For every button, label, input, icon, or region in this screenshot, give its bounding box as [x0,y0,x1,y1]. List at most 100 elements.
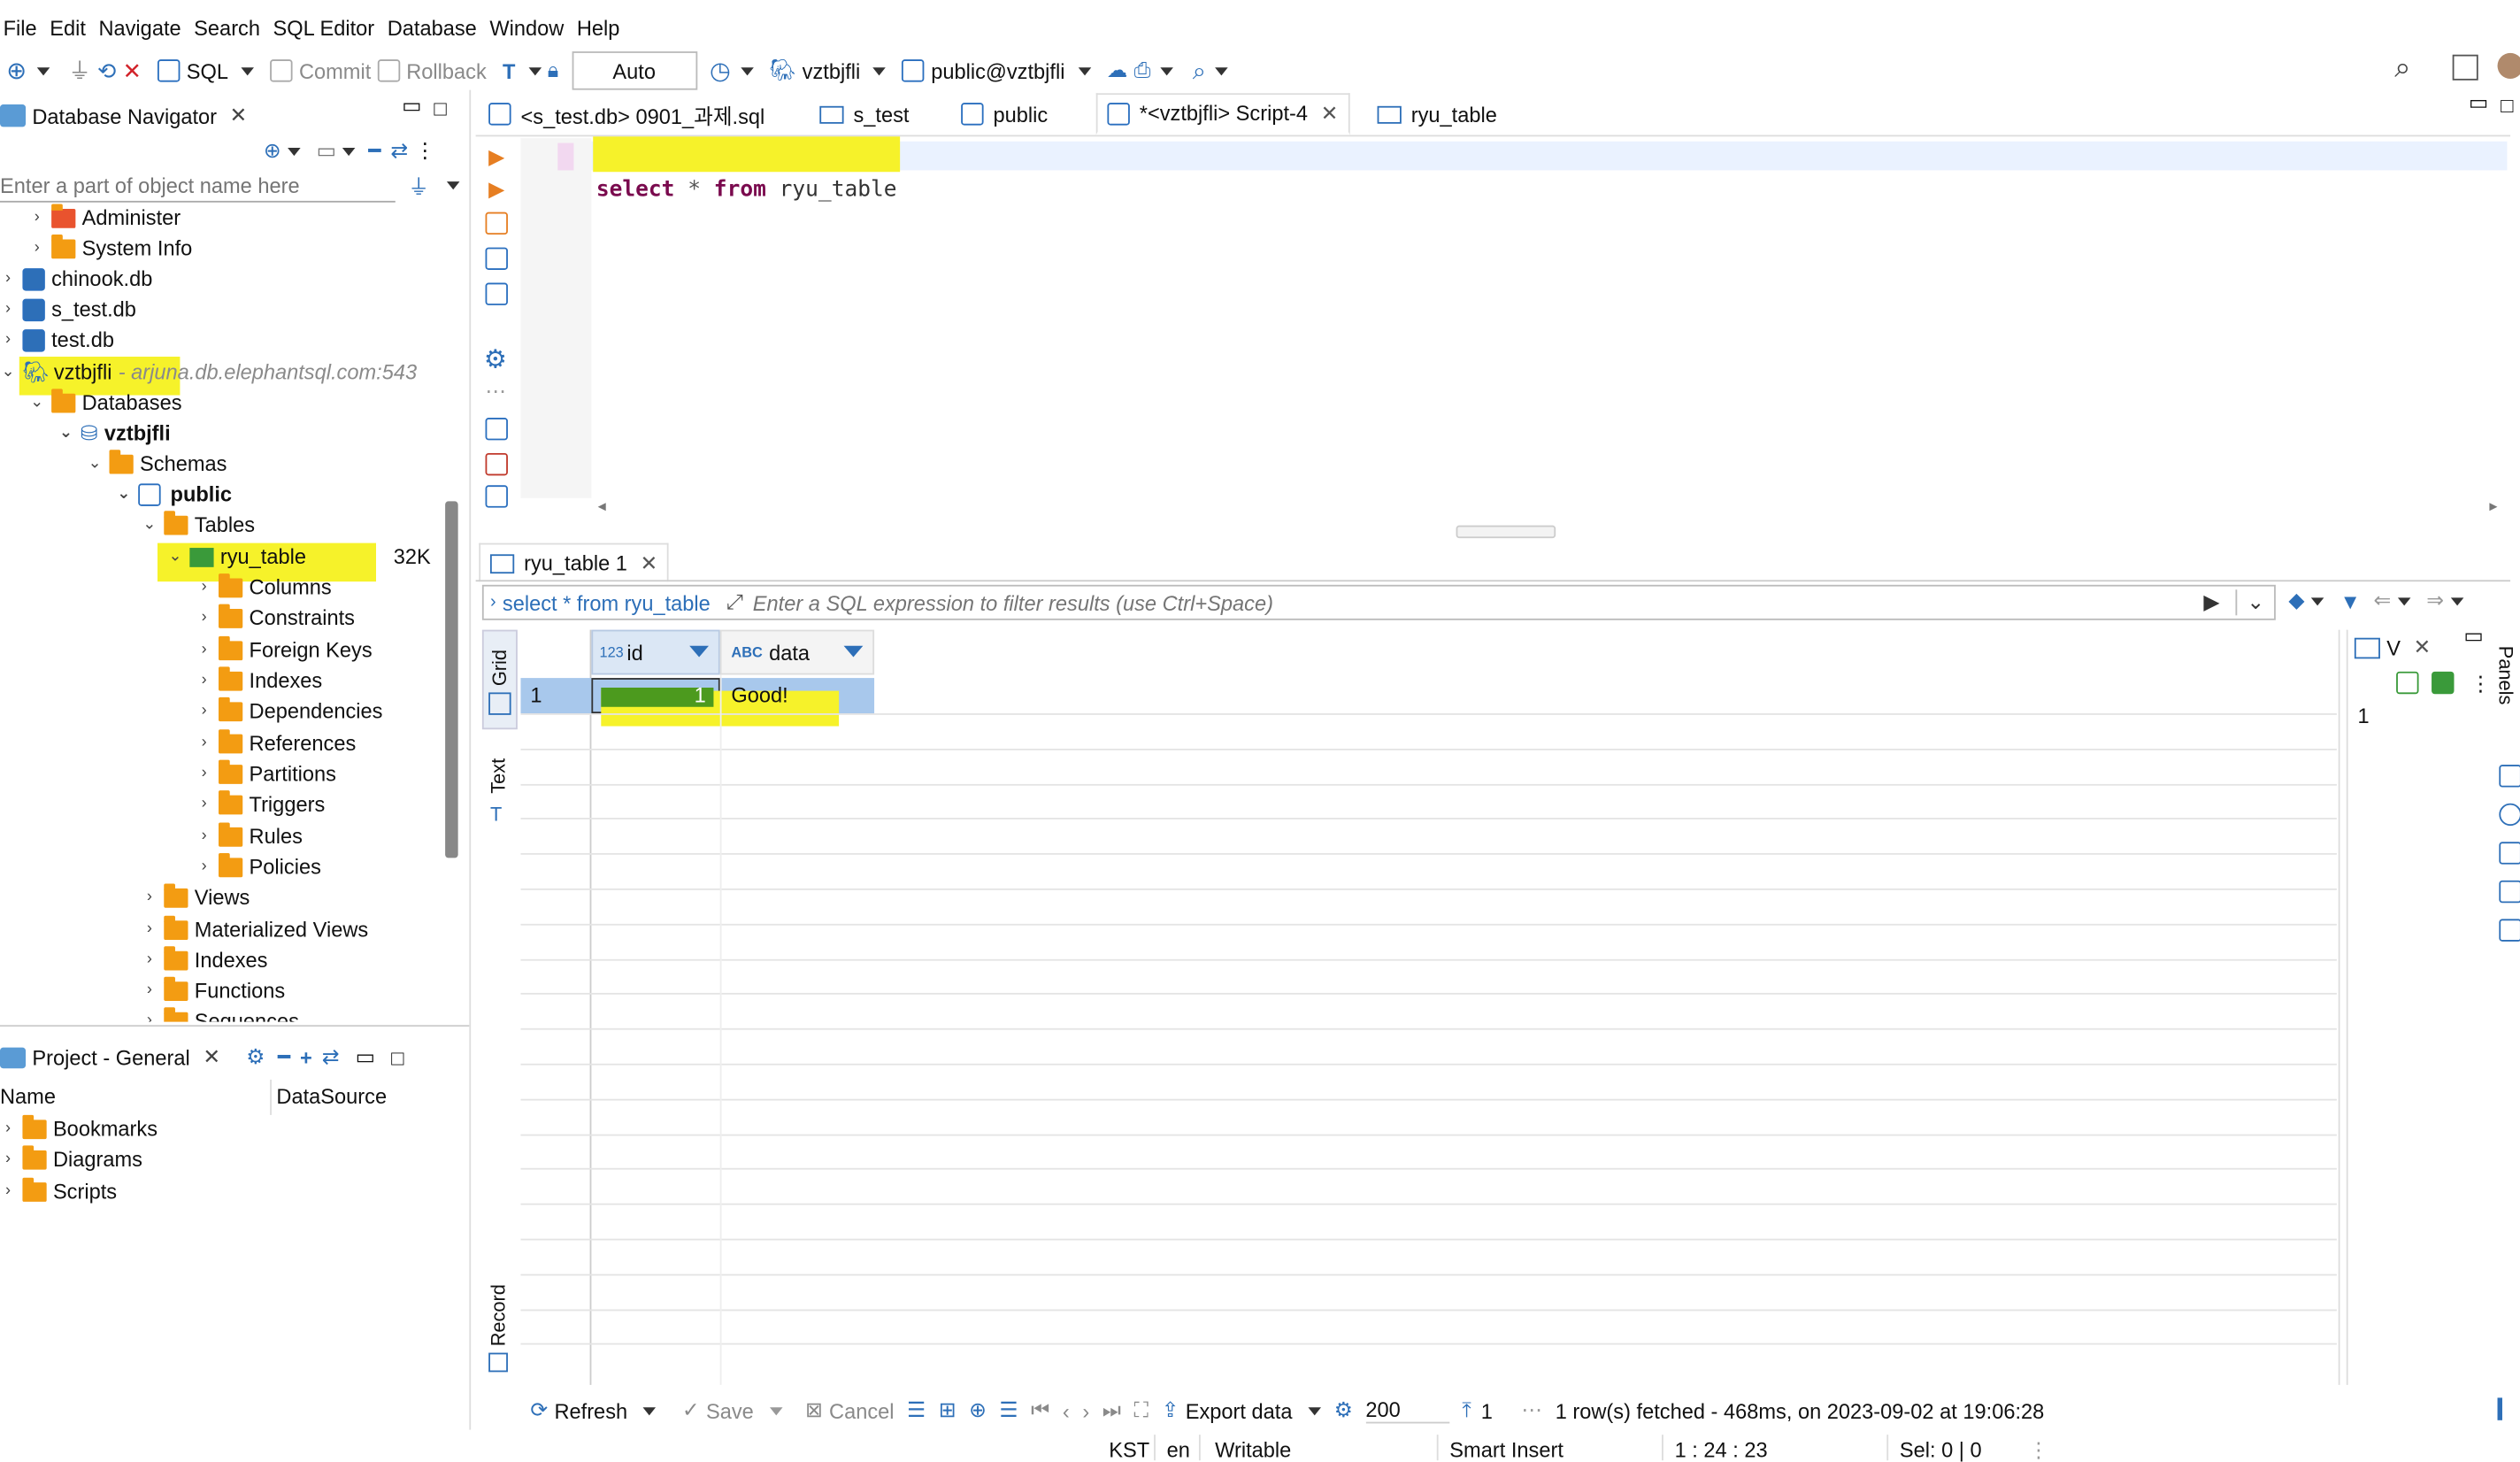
filter-history-icon[interactable]: ⌄ [2235,589,2264,616]
new-folder-icon[interactable]: ▭ [317,138,336,164]
cloud-button[interactable]: ☁︎ [1107,51,1128,90]
tree-item-tables[interactable]: ⌄ Tables [142,509,255,539]
export-script-icon[interactable] [485,485,508,508]
expand-filter-icon[interactable]: ⤢ [726,589,743,615]
tree-item-rules[interactable]: › Rules [196,821,303,851]
copy-row-button[interactable]: ⊕ [969,1397,987,1423]
results-tab[interactable]: ryu_table 1 ✕ [479,542,670,582]
splitter-handle[interactable] [1456,525,1556,539]
cell-data-value[interactable]: Good! [731,683,788,707]
navigator-search-input[interactable] [0,170,396,201]
tree-item-system-info[interactable]: › System Info [29,233,192,263]
tab-close-icon[interactable]: ✕ [1321,100,1339,126]
fetch-all-button[interactable]: ⛶ [1134,1397,1149,1423]
execute-icon[interactable]: ▶ [488,144,504,170]
panel-value-icon[interactable] [2499,765,2520,788]
project-item-scripts[interactable]: › Scripts [0,1176,117,1206]
settings-gear-icon[interactable]: ⚙ [484,343,507,375]
layout-toggle-icon[interactable] [2497,1397,2514,1420]
print-button[interactable]: ⎙ [1134,51,1173,90]
menu-window[interactable]: Window [489,15,564,39]
project-col-name[interactable]: Name [0,1084,56,1108]
new-connection-icon[interactable]: ⊕ [264,138,281,164]
tree-item-ryu-table[interactable]: ⌄ ryu_table 32K [167,542,441,572]
next-page-button[interactable]: › [1082,1398,1089,1422]
link-editor-icon[interactable]: ⇄ [390,138,408,164]
project-settings-icon[interactable]: ⚙ [246,1044,265,1070]
reconnect-button[interactable]: ⟲ [97,51,116,90]
menu-search[interactable]: Search [194,15,260,39]
explain-plan-icon[interactable] [485,247,508,270]
filter-icon[interactable]: ⏚ [408,170,429,200]
project-col-datasource[interactable]: DataSource [276,1084,387,1108]
project-item-bookmarks[interactable]: › Bookmarks [0,1113,158,1143]
first-page-button[interactable]: ⏮ [1031,1397,1049,1423]
project-close-icon[interactable]: ✕ [203,1044,220,1070]
tree-item-vztbjfli-connection[interactable]: ⌄ 🐘︎ vztbjfli - arjuna.db.elephantsql.com:… [0,357,417,387]
text-view-tab[interactable]: Text T [482,749,518,835]
tab-s-test[interactable]: s_test [819,96,909,132]
tree-item-schema-indexes[interactable]: › Indexes [142,944,267,974]
tree-item-constraints[interactable]: › Constraints [196,603,355,633]
execute-new-tab-icon[interactable]: ▶ [488,177,504,203]
forward-icon[interactable]: ⇒ [2426,588,2444,613]
navigator-minimize-icon[interactable]: ▭ [402,93,421,119]
tab-0901-sql[interactable]: <s_test.db> 0901_과제.sql [488,96,764,132]
record-view-tab[interactable]: Record [482,1273,518,1379]
project-maximize-icon[interactable]: □ [391,1045,403,1069]
save-results-button[interactable]: ✓ Save [682,1397,783,1423]
commit-button[interactable]: Commit [270,51,371,90]
sql-editor-text[interactable]: select * from ryu_table [593,136,901,203]
query-label[interactable]: select * from ryu_table [503,590,711,614]
tree-item-columns[interactable]: › Columns [196,572,332,602]
rollback-button[interactable]: Rollback [377,51,487,90]
tree-item-triggers[interactable]: › Triggers [196,789,325,819]
panels-label[interactable]: Panels [2494,646,2516,705]
active-datasource-select[interactable]: 🐘︎ vztbjfli [769,51,887,90]
project-collapse-icon[interactable]: ━ [278,1044,290,1070]
last-page-button[interactable]: ⏭ [1102,1397,1121,1423]
apply-filter-icon[interactable]: ▶ [2203,589,2219,615]
panel-calc-icon[interactable] [2499,880,2520,904]
tree-item-public[interactable]: ⌄ public [116,479,232,509]
tab-ryu-table[interactable]: ryu_table [1377,96,1497,132]
tab-public[interactable]: public [961,96,1048,132]
tree-item-functions[interactable]: › Functions [142,975,285,1005]
tree-item-database-vztbjfli[interactable]: ⌄ ⛁ vztbjfli [58,418,171,448]
fetch-settings-button[interactable]: ⚙ [1334,1397,1353,1423]
tree-item-views[interactable]: › Views [142,882,250,912]
tree-item-s-test-db[interactable]: › s_test.db [0,294,136,324]
save-value-to-file-icon[interactable] [2432,671,2455,695]
column-header-data[interactable]: ABC data [719,629,875,675]
value-panel-close-icon[interactable]: ✕ [2413,635,2431,660]
tree-item-foreign-keys[interactable]: › Foreign Keys [196,635,373,665]
export-data-button[interactable]: ⇪ Export data [1162,1397,1322,1423]
lock-button[interactable]: 🔒︎ [548,51,559,90]
global-search-icon[interactable]: ⌕ [2394,51,2410,85]
fetch-size-input[interactable]: 200 [1365,1397,1449,1424]
transaction-mode-button[interactable]: T [503,51,542,90]
tree-item-partitions[interactable]: › Partitions [196,758,336,789]
tree-item-administer[interactable]: › Administer [29,203,181,233]
column-header-id[interactable]: 123 id [591,629,720,675]
refresh-button[interactable]: ⟳ Refresh [530,1397,657,1423]
navigator-close-icon[interactable]: ✕ [230,103,248,128]
value-panel-menu-icon[interactable]: ⋮ [2470,672,2492,697]
panel-metadata-icon[interactable] [2499,803,2520,827]
project-minimize-icon[interactable]: ▭ [356,1044,375,1070]
search-button[interactable]: ⌕ [1193,51,1229,90]
filter-input[interactable] [752,590,2204,615]
back-icon[interactable]: ⇐ [2373,588,2391,613]
avatar[interactable] [2497,52,2520,79]
prev-page-button[interactable]: ‹ [1063,1398,1070,1422]
navigator-maximize-icon[interactable]: □ [434,96,446,120]
active-schema-select[interactable]: public@vztbjfli [902,51,1091,90]
menu-sql-editor[interactable]: SQL Editor [273,15,375,39]
delete-row-button[interactable]: ☰ [999,1397,1018,1423]
add-row-button[interactable]: ⊞ [939,1397,957,1423]
tab-script-4[interactable]: *<vztbjfli> Script-4 ✕ [1095,93,1350,135]
tree-item-references[interactable]: › References [196,727,356,758]
value-panel-minimize-icon[interactable]: ▭ [2463,623,2483,649]
tree-item-schemas[interactable]: ⌄ Schemas [87,448,227,478]
editor-hscroll[interactable]: ◂ ▸ [595,498,2507,520]
